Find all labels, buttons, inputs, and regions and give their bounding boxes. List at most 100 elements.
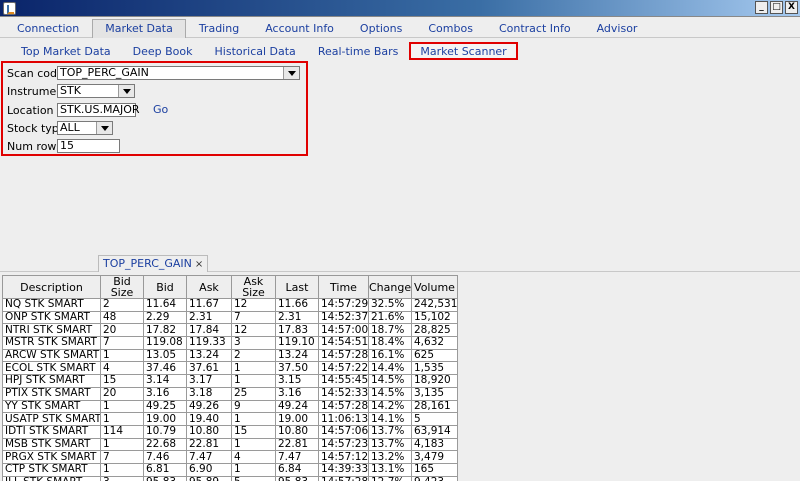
table-cell-last: 22.81 <box>275 437 319 452</box>
tab-connection[interactable]: Connection <box>4 19 92 38</box>
column-header-bid[interactable]: Bid <box>143 275 187 299</box>
table-cell-ask-size: 1 <box>231 361 276 376</box>
table-cell-description: CTP STK SMART <box>2 462 101 477</box>
num-rows-input[interactable]: 15 <box>57 139 120 153</box>
table-cell-volume: 63,914 <box>411 424 458 439</box>
subtab-top-market-data[interactable]: Top Market Data <box>10 42 122 60</box>
column-header-volume[interactable]: Volume <box>411 275 458 299</box>
table-cell-change: 13.7% <box>368 424 412 439</box>
chevron-down-icon[interactable] <box>96 122 112 134</box>
table-cell-last: 10.80 <box>275 424 319 439</box>
table-cell-bid: 7.46 <box>143 450 187 464</box>
table-cell-bid-size: 48 <box>100 310 144 325</box>
close-window-button[interactable]: X <box>785 1 798 14</box>
table-cell-time: 14:57:28 <box>318 348 369 363</box>
table-cell-bid: 11.64 <box>143 298 187 312</box>
stock-type-select[interactable]: ALL <box>57 121 113 135</box>
table-cell-time: 14:57:06 <box>318 424 369 439</box>
tab-contract-info[interactable]: Contract Info <box>486 19 584 38</box>
table-cell-last: 37.50 <box>275 361 319 376</box>
table-cell-ask: 7.47 <box>186 450 232 464</box>
table-cell-ask: 11.67 <box>186 298 232 312</box>
table-cell-time: 14:57:00 <box>318 323 369 338</box>
table-cell-bid: 95.83 <box>143 475 187 481</box>
subtab-historical-data[interactable]: Historical Data <box>204 42 307 60</box>
table-row[interactable]: ECOL STK SMART 4 37.46 37.61 1 37.50 14:57:22 1… <box>2 361 458 376</box>
go-link[interactable]: Go <box>153 103 168 116</box>
table-cell-ask-size: 7 <box>231 310 276 325</box>
tab-combos[interactable]: Combos <box>415 19 486 38</box>
table-cell-ask: 3.17 <box>186 374 232 388</box>
table-row[interactable]: MSB STK SMART 1 22.68 22.81 1 22.81 14:57:23 13… <box>2 437 458 452</box>
tab-advisor[interactable]: Advisor <box>584 19 651 38</box>
table-row[interactable]: PRGX STK SMART 7 7.46 7.47 4 7.47 14:57:12 13.2… <box>2 450 458 464</box>
table-cell-volume: 242,531 <box>411 298 458 312</box>
table-row[interactable]: USATP STK SMART 1 19.00 19.40 1 19.00 11:06:13… <box>2 412 458 426</box>
results-tab[interactable]: TOP_PERC_GAIN × <box>98 255 209 272</box>
table-cell-volume: 625 <box>411 348 458 363</box>
table-row[interactable]: NTRI STK SMART 20 17.82 17.84 12 17.83 14:57:0… <box>2 323 458 338</box>
column-header-change[interactable]: Change <box>368 275 412 299</box>
table-cell-last: 95.83 <box>275 475 319 481</box>
table-cell-bid-size: 1 <box>100 399 144 414</box>
table-cell-bid-size: 1 <box>100 348 144 363</box>
location-label: Location <box>7 104 54 117</box>
table-row[interactable]: IDTI STK SMART 114 10.79 10.80 15 10.80 14:57:… <box>2 424 458 439</box>
scan-code-select[interactable]: TOP_PERC_GAIN <box>57 66 300 80</box>
subtab-market-scanner[interactable]: Market Scanner <box>409 42 518 60</box>
column-header-time[interactable]: Time <box>318 275 369 299</box>
table-cell-time: 14:39:33 <box>318 462 369 477</box>
table-cell-last: 119.10 <box>275 336 319 350</box>
chevron-down-icon[interactable] <box>283 67 299 79</box>
table-row[interactable]: MSTR STK SMART 7 119.08 119.33 3 119.10 14:54:… <box>2 336 458 350</box>
table-row[interactable]: NQ STK SMART 2 11.64 11.67 12 11.66 14:57:29 32… <box>2 298 458 312</box>
main-tab-bar: Connection Market Data Trading Account I… <box>4 19 650 38</box>
tab-trading[interactable]: Trading <box>186 19 252 38</box>
table-row[interactable]: PTIX STK SMART 20 3.16 3.18 25 3.16 14:52:33 14… <box>2 386 458 401</box>
location-input[interactable]: STK.US.MAJOR <box>57 103 140 117</box>
column-header-ask[interactable]: Ask <box>186 275 232 299</box>
table-cell-volume: 3,135 <box>411 386 458 401</box>
minimize-button[interactable]: _ <box>755 1 768 14</box>
table-row[interactable]: HPJ STK SMART 15 3.14 3.17 1 3.15 14:55:45 14.5… <box>2 374 458 388</box>
tab-market-data[interactable]: Market Data <box>92 19 186 38</box>
table-cell-description: NQ STK SMART <box>2 298 101 312</box>
table-cell-ask-size: 12 <box>231 298 276 312</box>
table-cell-volume: 9,423 <box>411 475 458 481</box>
table-cell-ask-size: 1 <box>231 374 276 388</box>
table-cell-bid-size: 4 <box>100 361 144 376</box>
tab-options[interactable]: Options <box>347 19 415 38</box>
instrument-value: STK <box>60 84 81 97</box>
scan-code-value: TOP_PERC_GAIN <box>60 66 149 79</box>
maximize-button[interactable]: □ <box>770 1 783 14</box>
column-header-description[interactable]: Description <box>2 275 101 299</box>
table-cell-ask: 49.26 <box>186 399 232 414</box>
tab-account-info[interactable]: Account Info <box>252 19 347 38</box>
table-cell-ask: 10.80 <box>186 424 232 439</box>
table-row[interactable]: CTP STK SMART 1 6.81 6.90 1 6.84 14:39:33 13.1%… <box>2 462 458 477</box>
table-cell-last: 49.24 <box>275 399 319 414</box>
subtab-deep-book[interactable]: Deep Book <box>122 42 204 60</box>
table-row[interactable]: JLL STK SMART395.8395.89595.8314:57:2812… <box>2 475 458 481</box>
instrument-select[interactable]: STK <box>57 84 135 98</box>
table-cell-ask: 17.84 <box>186 323 232 338</box>
table-cell-bid: 10.79 <box>143 424 187 439</box>
table-cell-description: MSTR STK SMART <box>2 336 101 350</box>
table-cell-change: 14.2% <box>368 399 412 414</box>
close-icon[interactable]: × <box>195 259 203 270</box>
column-header-ask-size[interactable]: Ask Size <box>231 275 276 299</box>
location-row: Location <box>7 103 54 118</box>
column-header-bid-size[interactable]: Bid Size <box>100 275 144 299</box>
table-cell-ask-size: 4 <box>231 450 276 464</box>
num-rows-row: Num rows <box>7 139 62 154</box>
table-row[interactable]: ARCW STK SMART 1 13.05 13.24 2 13.24 14:57:28 1… <box>2 348 458 363</box>
table-row[interactable]: YY STK SMART 1 49.25 49.26 9 49.24 14:57:28 14.… <box>2 399 458 414</box>
subtab-real-time-bars[interactable]: Real-time Bars <box>307 42 410 60</box>
chevron-down-icon[interactable] <box>118 85 134 97</box>
table-cell-bid-size: 2 <box>100 298 144 312</box>
table-row[interactable]: ONP STK SMART 48 2.29 2.31 7 2.31 14:52:37 21.6… <box>2 310 458 325</box>
table-cell-volume: 18,920 <box>411 374 458 388</box>
column-header-last[interactable]: Last <box>275 275 319 299</box>
table-cell-bid: 49.25 <box>143 399 187 414</box>
table-cell-description: PTIX STK SMART <box>2 386 101 401</box>
